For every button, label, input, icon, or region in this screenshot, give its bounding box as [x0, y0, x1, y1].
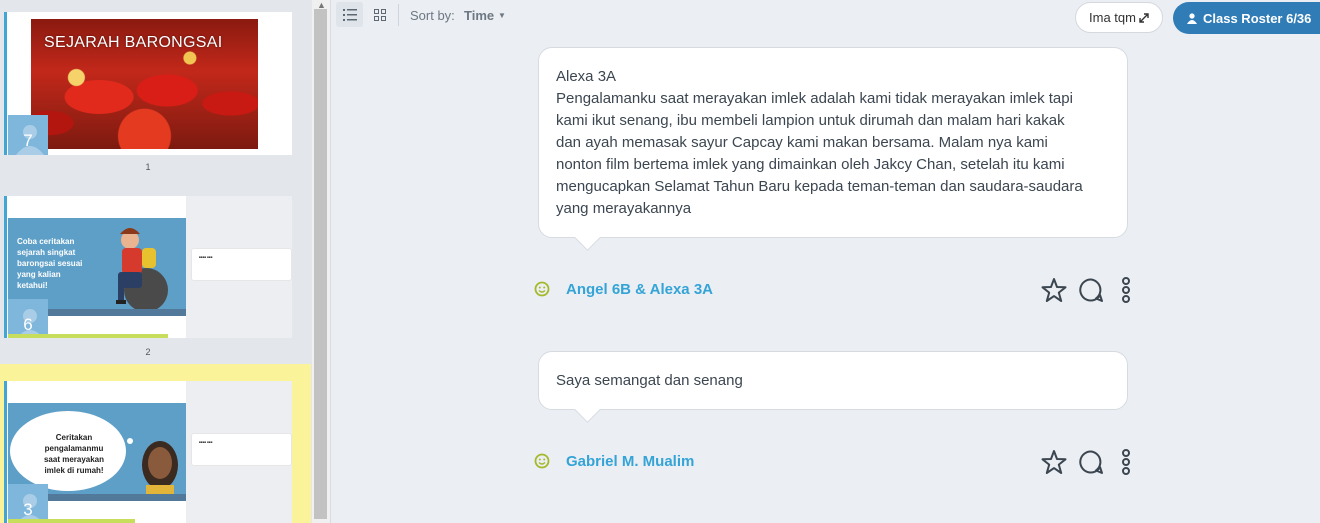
response-text: Alexa 3A Pengalamanku saat merayakan iml…	[556, 68, 1083, 217]
caret-down-icon[interactable]: ▼	[498, 11, 506, 20]
response-author-row: Gabriel M. Mualim	[534, 449, 1134, 475]
slide-progress-bar	[8, 334, 168, 338]
slide-prompt: Ceritakan pengalamanmu saat merayakan im…	[43, 433, 105, 475]
author-name[interactable]: Gabriel M. Mualim	[566, 453, 694, 470]
slide-sidebar: SEJARAH BARONGSAI 7 1 Coba ceritakan sej…	[0, 0, 312, 523]
slide-number: 1	[145, 162, 151, 172]
slide-number: 2	[145, 347, 151, 357]
comment-icon[interactable]	[1078, 277, 1104, 303]
star-icon[interactable]	[1041, 277, 1067, 303]
sidebar-scrollbar[interactable]: ▲	[312, 0, 331, 523]
grid-view-button[interactable]	[366, 2, 393, 27]
expand-icon	[1139, 12, 1149, 23]
more-vertical-icon[interactable]	[1120, 277, 1132, 303]
sort-label: Sort by:	[410, 8, 455, 23]
response-count-badge: 3	[8, 484, 48, 523]
star-icon[interactable]	[1041, 449, 1067, 475]
response-bubble: Alexa 3A Pengalamanku saat merayakan iml…	[538, 47, 1128, 238]
slide-thumbnail-2[interactable]: Coba ceritakan sejarah singkat barongsai…	[4, 196, 292, 338]
grid-view-icon	[373, 8, 386, 21]
response-author-row: Angel 6B & Alexa 3A	[534, 277, 1134, 303]
response-bubble: Saya semangat dan senang	[538, 351, 1128, 410]
slide-thumbnail-3[interactable]: Ceritakan pengalamanmu saat merayakan im…	[4, 381, 292, 523]
slide-edge	[4, 196, 7, 338]
smile-icon	[534, 281, 550, 297]
toolbar-divider	[398, 4, 399, 26]
class-roster-label: Class Roster 6/36	[1203, 10, 1312, 26]
author-name[interactable]: Angel 6B & Alexa 3A	[566, 281, 713, 298]
response-text: Saya semangat dan senang	[556, 372, 743, 389]
slide-progress-bar	[8, 519, 135, 523]
user-name-button[interactable]: Ima tqm	[1075, 2, 1163, 33]
class-roster-button[interactable]: Class Roster 6/36	[1173, 2, 1320, 34]
slide-response-card: ■■■■ ■■■	[191, 433, 292, 466]
slide-thumbnail-1[interactable]: SEJARAH BARONGSAI 7	[4, 12, 292, 155]
smile-icon	[534, 453, 550, 469]
slide-prompt: Coba ceritakan sejarah singkat barongsai…	[17, 237, 83, 290]
slide-edge	[4, 381, 7, 523]
scroll-thumb[interactable]	[314, 9, 327, 519]
sort-dropdown[interactable]: Time	[464, 8, 494, 23]
comment-icon[interactable]	[1078, 449, 1104, 475]
slide-response-card: ■■■■ ■■■	[191, 248, 292, 281]
response-count-badge: 6	[8, 299, 48, 338]
user-icon	[1187, 12, 1197, 24]
list-view-button[interactable]	[336, 2, 363, 27]
slide-title: SEJARAH BARONGSAI	[44, 34, 223, 51]
list-view-icon	[342, 8, 357, 21]
user-name-label: Ima tqm	[1089, 10, 1136, 25]
response-count-badge: 7	[8, 115, 48, 155]
more-vertical-icon[interactable]	[1120, 449, 1132, 475]
slide-edge	[4, 12, 7, 155]
